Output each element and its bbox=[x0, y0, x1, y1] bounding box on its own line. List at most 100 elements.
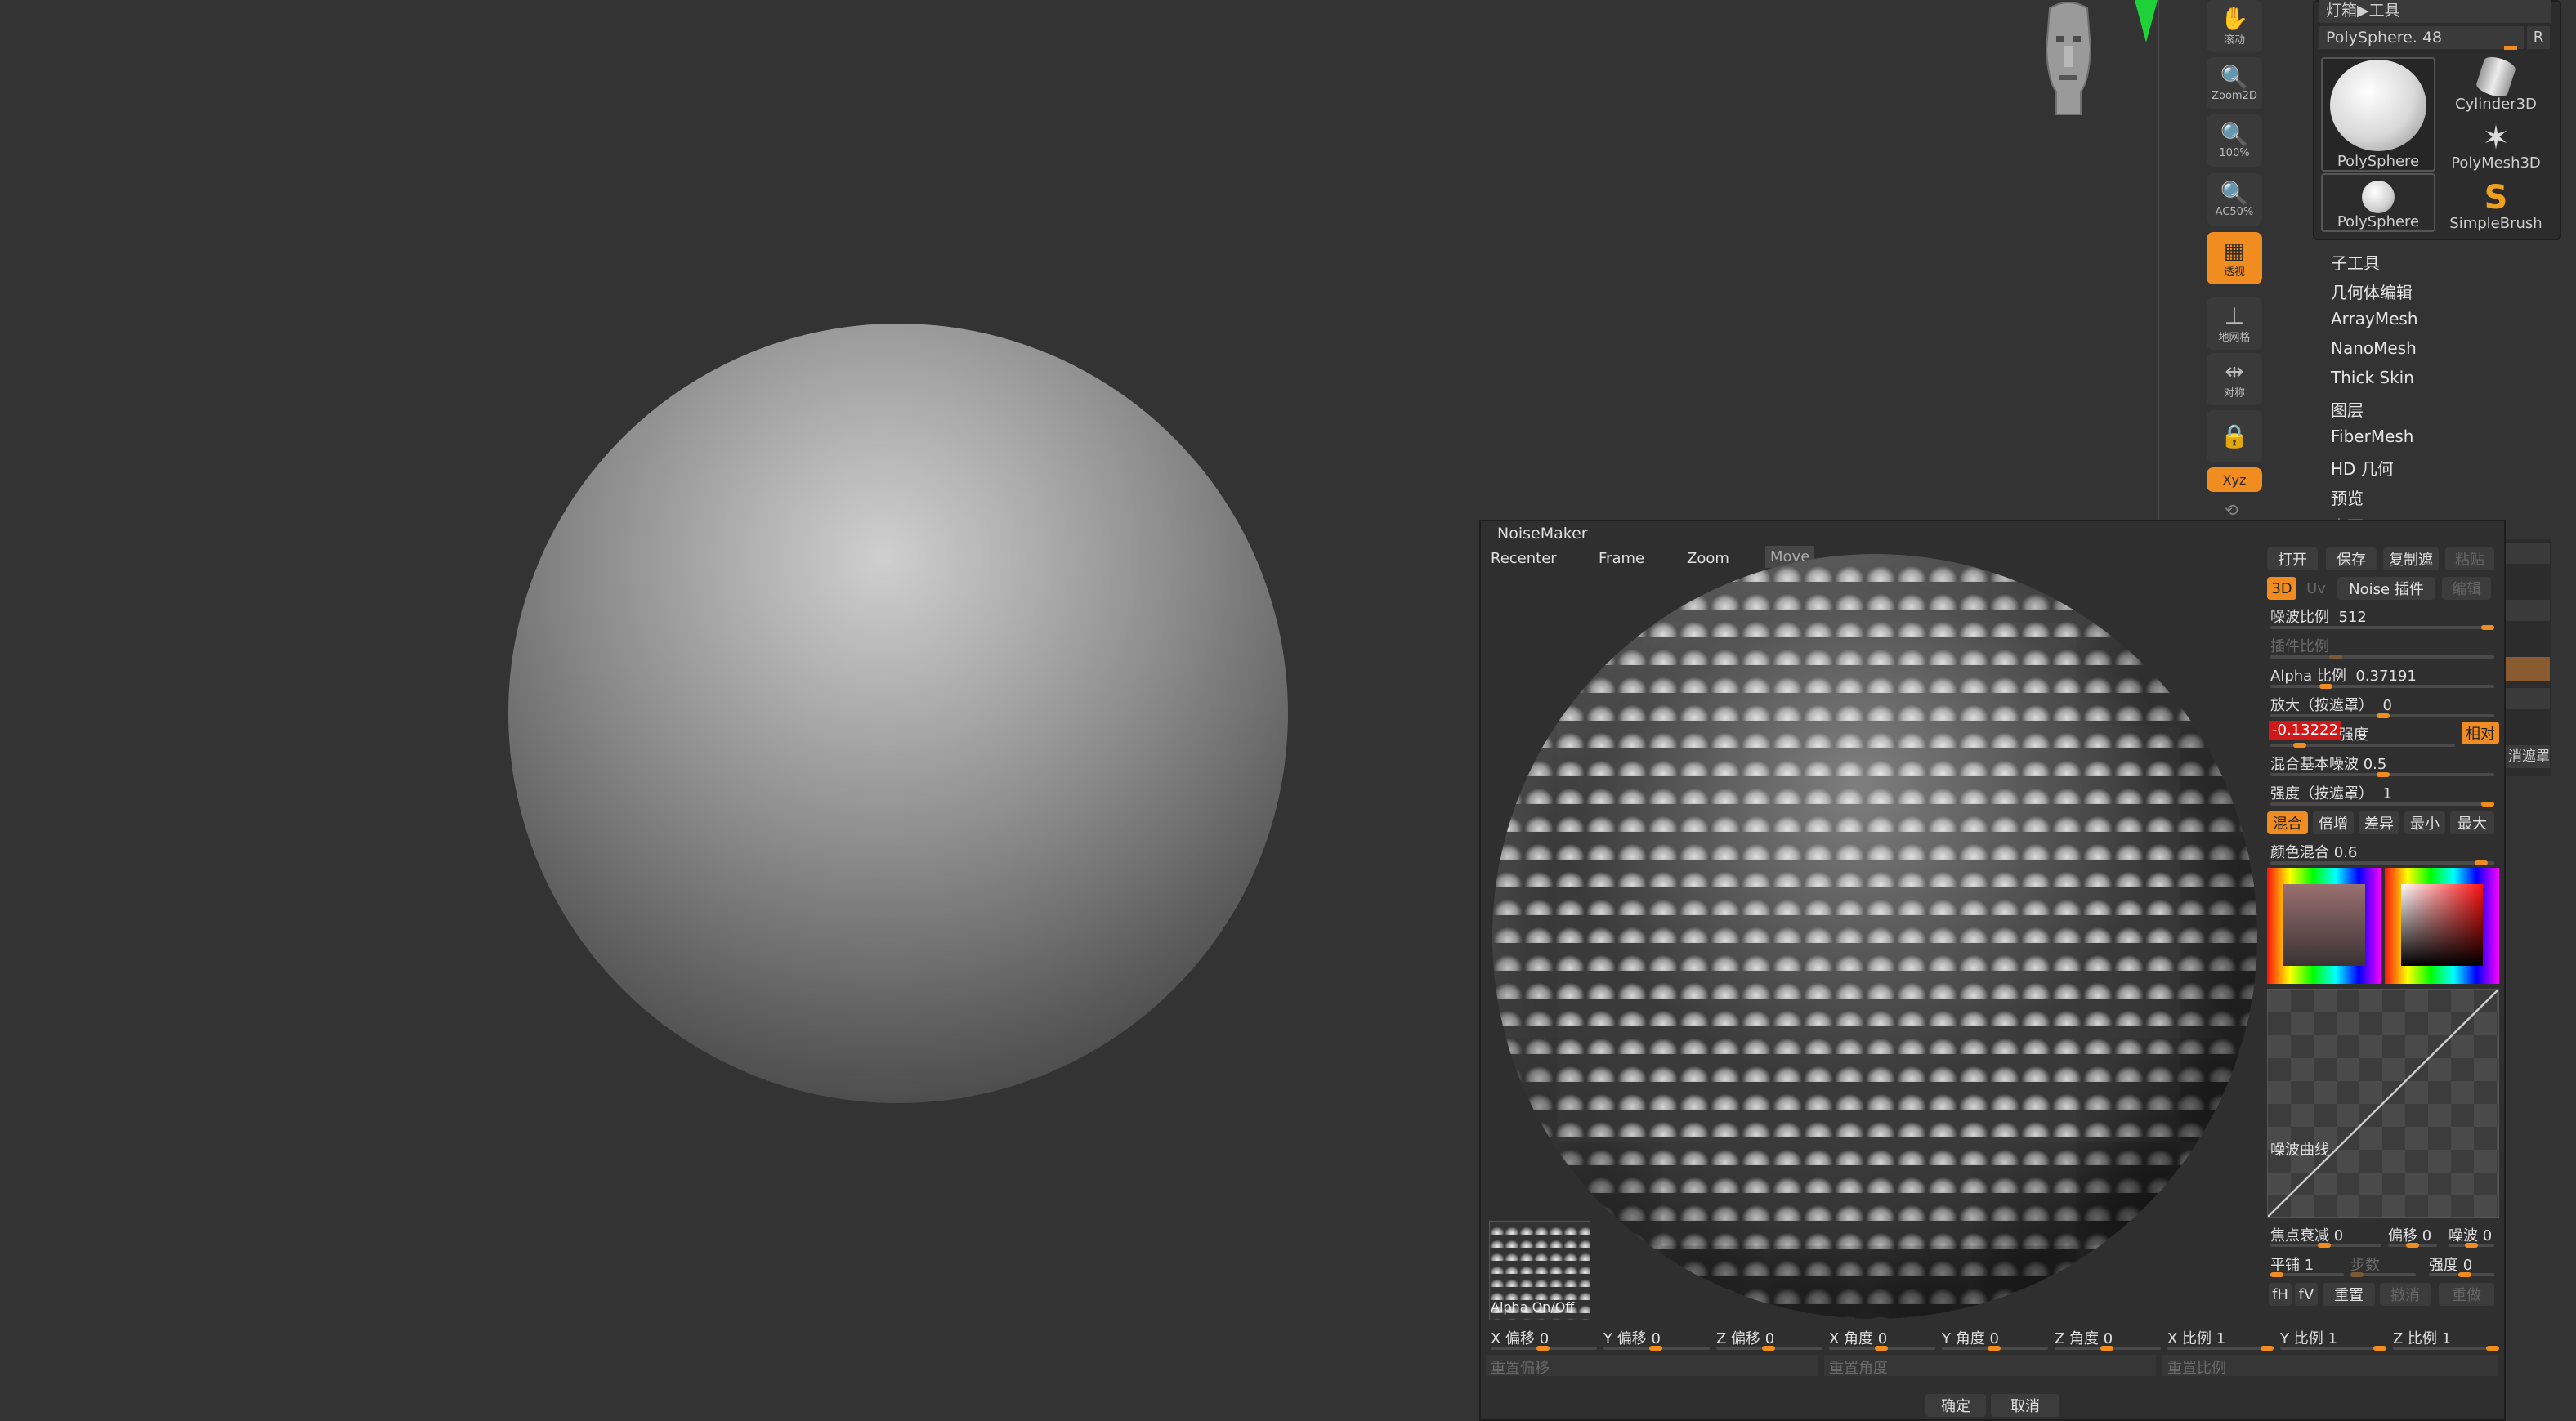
partial-field-1[interactable] bbox=[2506, 543, 2550, 564]
z-scale-slider[interactable]: Z 比例 1 bbox=[2393, 1327, 2451, 1348]
head-orientation-gizmo[interactable] bbox=[2035, 0, 2102, 123]
noise-preview-sphere[interactable] bbox=[1492, 554, 2257, 1319]
viewport-divider bbox=[2158, 0, 2159, 539]
zoom-button[interactable]: Zoom bbox=[1687, 550, 1729, 567]
zoom2d-button[interactable]: 🔍 Zoom2D bbox=[2207, 57, 2262, 109]
flip-v-button[interactable]: fV bbox=[2295, 1283, 2318, 1306]
menu-hd-geometry[interactable]: HD 几何 bbox=[2331, 456, 2394, 480]
viewport-sphere[interactable] bbox=[508, 324, 1288, 1103]
frame-button[interactable]: Frame bbox=[1599, 550, 1644, 567]
alpha-onoff-label[interactable]: Alpha On/Off bbox=[1491, 1299, 1574, 1315]
partial-field-3[interactable] bbox=[2506, 688, 2550, 709]
star-icon: ✶ bbox=[2482, 119, 2510, 157]
cancel-button[interactable]: 取消 bbox=[1991, 1394, 2059, 1417]
edit-button[interactable]: 编辑 bbox=[2442, 577, 2491, 600]
partial-field-2[interactable] bbox=[2506, 600, 2550, 621]
tool-thumb-polymesh3d[interactable]: ✶ PolyMesh3D bbox=[2439, 113, 2553, 172]
copy-button[interactable]: 复制遮 bbox=[2383, 547, 2439, 570]
noise-scale-slider[interactable]: 噪波比例 512 bbox=[2270, 605, 2367, 627]
reset-offset-button[interactable]: 重置偏移 bbox=[1486, 1355, 1818, 1377]
focal-falloff-slider[interactable]: 焦点衰减 0 bbox=[2270, 1224, 2343, 1245]
polysphere-small-icon bbox=[2362, 181, 2395, 213]
strength-label: 强度 bbox=[2339, 726, 2368, 744]
reset-angle-button[interactable]: 重置角度 bbox=[1824, 1355, 2156, 1377]
menu-arraymesh[interactable]: ArrayMesh bbox=[2331, 309, 2418, 328]
noise-plugin-button[interactable]: Noise 插件 bbox=[2337, 577, 2435, 600]
rotate-icon[interactable]: ⟲ bbox=[2225, 500, 2238, 520]
blend-mode-multiply[interactable]: 倍增 bbox=[2313, 811, 2354, 834]
x-scale-slider[interactable]: X 比例 1 bbox=[2167, 1327, 2225, 1348]
strength-mask-knob[interactable] bbox=[2481, 802, 2494, 807]
recenter-button[interactable]: Recenter bbox=[1491, 550, 1557, 567]
y-scale-slider[interactable]: Y 比例 1 bbox=[2280, 1327, 2337, 1348]
magnify-knob[interactable] bbox=[2377, 713, 2390, 718]
strength-mask-slider[interactable]: 强度（按遮罩） 1 bbox=[2270, 782, 2392, 803]
color-blend-knob[interactable] bbox=[2475, 860, 2488, 865]
open-button[interactable]: 打开 bbox=[2267, 547, 2318, 570]
save-button[interactable]: 保存 bbox=[2326, 547, 2377, 570]
partial-orange-field[interactable] bbox=[2506, 657, 2550, 681]
simplebrush-icon: S bbox=[2484, 179, 2508, 217]
zoom-icon: 🔍 bbox=[2220, 179, 2249, 207]
plugin-scale-knob[interactable] bbox=[2329, 655, 2342, 659]
noise-scale-knob[interactable] bbox=[2481, 625, 2494, 630]
tool-thumb-polysphere-active[interactable]: PolySphere bbox=[2321, 57, 2435, 172]
zoom-icon: 🔍 bbox=[2220, 63, 2249, 91]
r-button[interactable]: R bbox=[2527, 26, 2550, 49]
floor-grid-button[interactable]: ⊥ 地网格 bbox=[2207, 297, 2262, 350]
zoom-ac50-button[interactable]: 🔍 AC50% bbox=[2207, 173, 2262, 226]
noisemaker-title: NoiseMaker bbox=[1497, 525, 1588, 543]
relative-button[interactable]: 相对 bbox=[2462, 722, 2499, 744]
ok-button[interactable]: 确定 bbox=[1925, 1394, 1986, 1417]
curve-redo-button[interactable]: 重做 bbox=[2439, 1283, 2494, 1306]
symmetry-button[interactable]: ⇹ 对称 bbox=[2207, 353, 2262, 405]
menu-layers[interactable]: 图层 bbox=[2331, 397, 2364, 421]
noise-curve-label: 噪波曲线 bbox=[2270, 1142, 2329, 1159]
color-blend-slider[interactable]: 颜色混合 0.6 bbox=[2270, 841, 2357, 862]
menu-thickskin[interactable]: Thick Skin bbox=[2331, 368, 2414, 387]
zoom-100-button[interactable]: 🔍 100% bbox=[2207, 114, 2262, 167]
curve-undo-button[interactable]: 撤消 bbox=[2380, 1283, 2431, 1306]
menu-nanomesh[interactable]: NanoMesh bbox=[2331, 338, 2417, 358]
curve-reset-button[interactable]: 重置 bbox=[2323, 1283, 2375, 1306]
xyz-button[interactable]: Xyz bbox=[2207, 467, 2262, 492]
paste-button[interactable]: 粘贴 bbox=[2445, 547, 2494, 570]
zoom-icon: 🔍 bbox=[2220, 120, 2249, 148]
plugin-scale-slider[interactable]: 插件比例 bbox=[2270, 635, 2329, 656]
noise-curve-editor[interactable] bbox=[2267, 989, 2499, 1218]
tool-thumb-polysphere-small[interactable]: PolySphere bbox=[2321, 173, 2435, 232]
flip-h-button[interactable]: fH bbox=[2269, 1283, 2292, 1306]
color-picker-left[interactable] bbox=[2267, 868, 2381, 984]
perspective-icon: ▦ bbox=[2223, 236, 2246, 264]
blend-mode-max[interactable]: 最大 bbox=[2450, 811, 2494, 834]
hand-icon: ✋ bbox=[2220, 4, 2249, 32]
mode-uv-button[interactable]: Uv bbox=[2300, 577, 2332, 600]
menu-geometry[interactable]: 几何体编辑 bbox=[2331, 279, 2413, 303]
menu-preview[interactable]: 预览 bbox=[2331, 485, 2364, 509]
color-picker-right[interactable] bbox=[2385, 868, 2499, 984]
current-tool-slider[interactable]: PolySphere. 48 bbox=[2319, 26, 2524, 50]
polysphere-icon bbox=[2330, 60, 2426, 151]
blend-mode-min[interactable]: 最小 bbox=[2404, 811, 2445, 834]
strength-value[interactable]: -0.13222 bbox=[2269, 721, 2341, 740]
reset-scale-button[interactable]: 重置比例 bbox=[2162, 1355, 2498, 1377]
strength-knob[interactable] bbox=[2293, 743, 2306, 748]
mode-3d-button[interactable]: 3D bbox=[2267, 577, 2296, 600]
menu-fibermesh[interactable]: FiberMesh bbox=[2331, 427, 2413, 446]
blend-mode-difference[interactable]: 差异 bbox=[2359, 811, 2399, 834]
blend-mode-mix[interactable]: 混合 bbox=[2267, 811, 2308, 834]
lock-button[interactable]: 🔒 bbox=[2207, 410, 2262, 462]
tool-panel-header[interactable]: 灯箱▶工具 bbox=[2319, 0, 2551, 23]
partial-clear-mask-button[interactable]: 消遮罩 bbox=[2506, 745, 2550, 768]
scroll-button[interactable]: ✋ 滚动 bbox=[2207, 0, 2262, 52]
cylinder-icon bbox=[2474, 53, 2518, 101]
menu-subtool[interactable]: 子工具 bbox=[2331, 250, 2380, 274]
magnify-slider[interactable]: 放大（按遮罩） 0 bbox=[2270, 694, 2392, 715]
alpha-scale-slider[interactable]: Alpha 比例 0.37191 bbox=[2270, 664, 2417, 686]
perspective-button[interactable]: ▦ 透视 bbox=[2207, 232, 2262, 284]
tool-thumb-cylinder3d[interactable]: Cylinder3D bbox=[2439, 53, 2553, 113]
tool-thumb-simplebrush[interactable]: S SimpleBrush bbox=[2439, 173, 2553, 232]
blend-base-slider[interactable]: 混合基本噪波 0.5 bbox=[2270, 753, 2386, 774]
blend-base-knob[interactable] bbox=[2377, 772, 2390, 777]
alpha-scale-knob[interactable] bbox=[2319, 684, 2332, 689]
